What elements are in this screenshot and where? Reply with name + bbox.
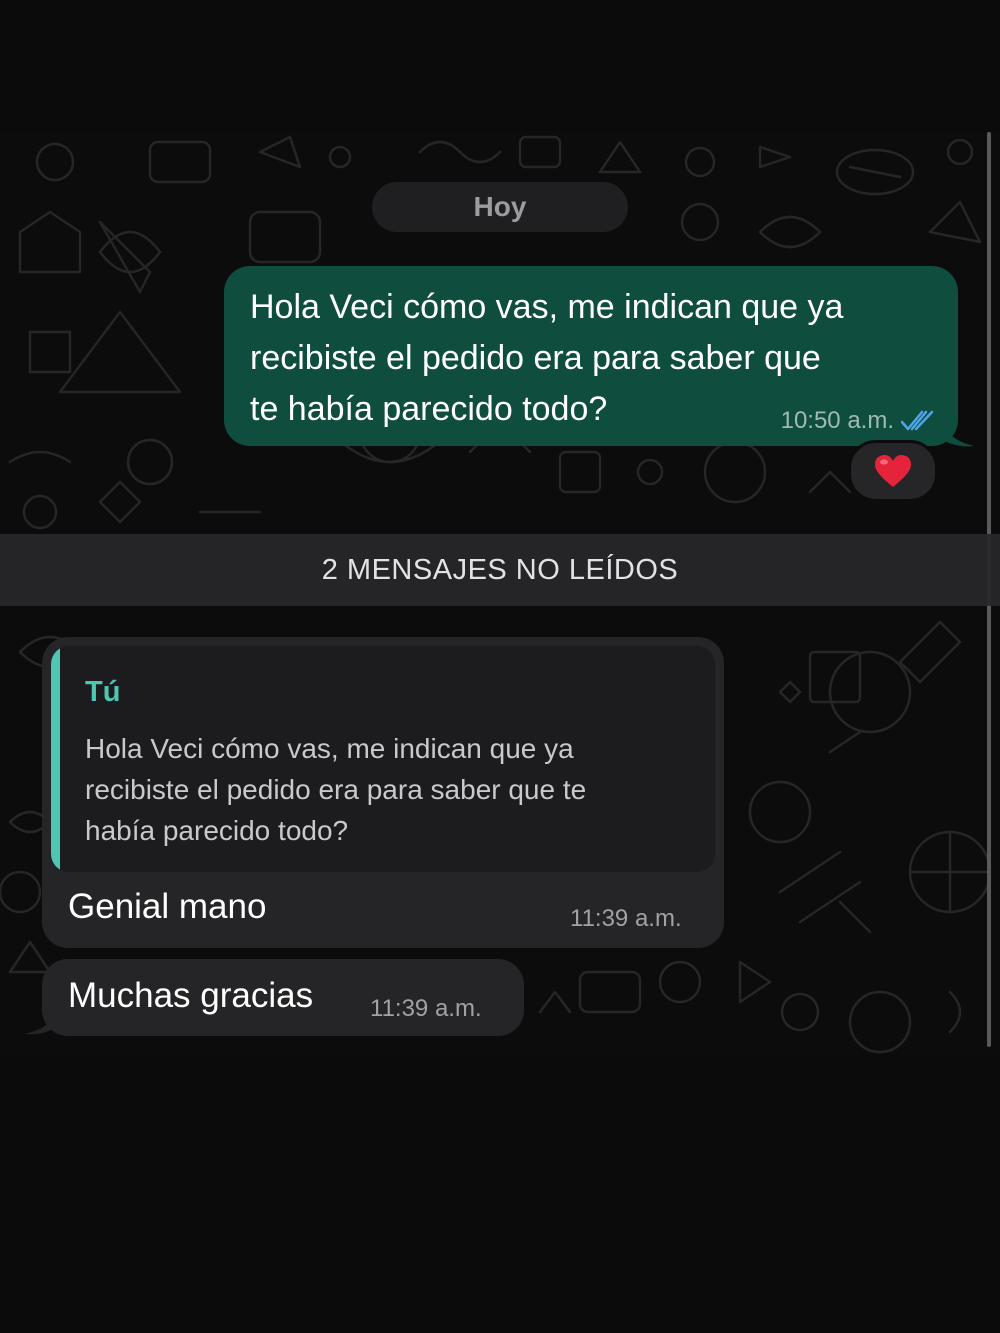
quote-accent-bar [51,646,60,872]
quoted-text: Hola Veci cómo vas, me indican que ya re… [85,728,695,851]
reaction-badge[interactable] [848,440,938,502]
incoming-message-bubble[interactable]: Tú Hola Veci cómo vas, me indican que ya… [42,637,724,948]
message-meta: 10:50 a.m. [781,406,934,436]
message-time: 11:39 a.m. [370,995,482,1022]
unread-messages-divider: 2 MENSAJES NO LEÍDOS [0,534,1000,606]
quoted-text-line: Hola Veci cómo vas, me indican que ya [85,733,574,764]
message-time: 10:50 a.m. [780,407,894,434]
message-text-line: Hola Veci cómo vas, me indican que ya [250,288,844,326]
chat-area[interactable]: Hoy Hola Veci cómo vas, me indican que y… [0,132,1000,1054]
incoming-message-bubble[interactable]: Muchas gracias 11:39 a.m. [42,959,524,1036]
message-text: Genial mano [68,887,267,926]
message-time: 11:39 a.m. [570,905,682,932]
outgoing-bubble-tail [940,416,974,447]
quoted-author: Tú [85,676,121,708]
message-text-line: recibiste el pedido era para saber que [250,339,821,377]
message-text: Muchas gracias [68,976,314,1015]
outgoing-message-bubble[interactable]: Hola Veci cómo vas, me indican que ya re… [224,266,958,446]
quoted-text-line: había parecido todo? [85,815,349,846]
quoted-text-line: recibiste el pedido era para saber que t… [85,774,587,805]
date-separator: Hoy [372,182,628,232]
quoted-message[interactable]: Tú Hola Veci cómo vas, me indican que ya… [51,646,715,872]
double-check-icon [900,410,934,431]
heart-icon [875,455,911,487]
